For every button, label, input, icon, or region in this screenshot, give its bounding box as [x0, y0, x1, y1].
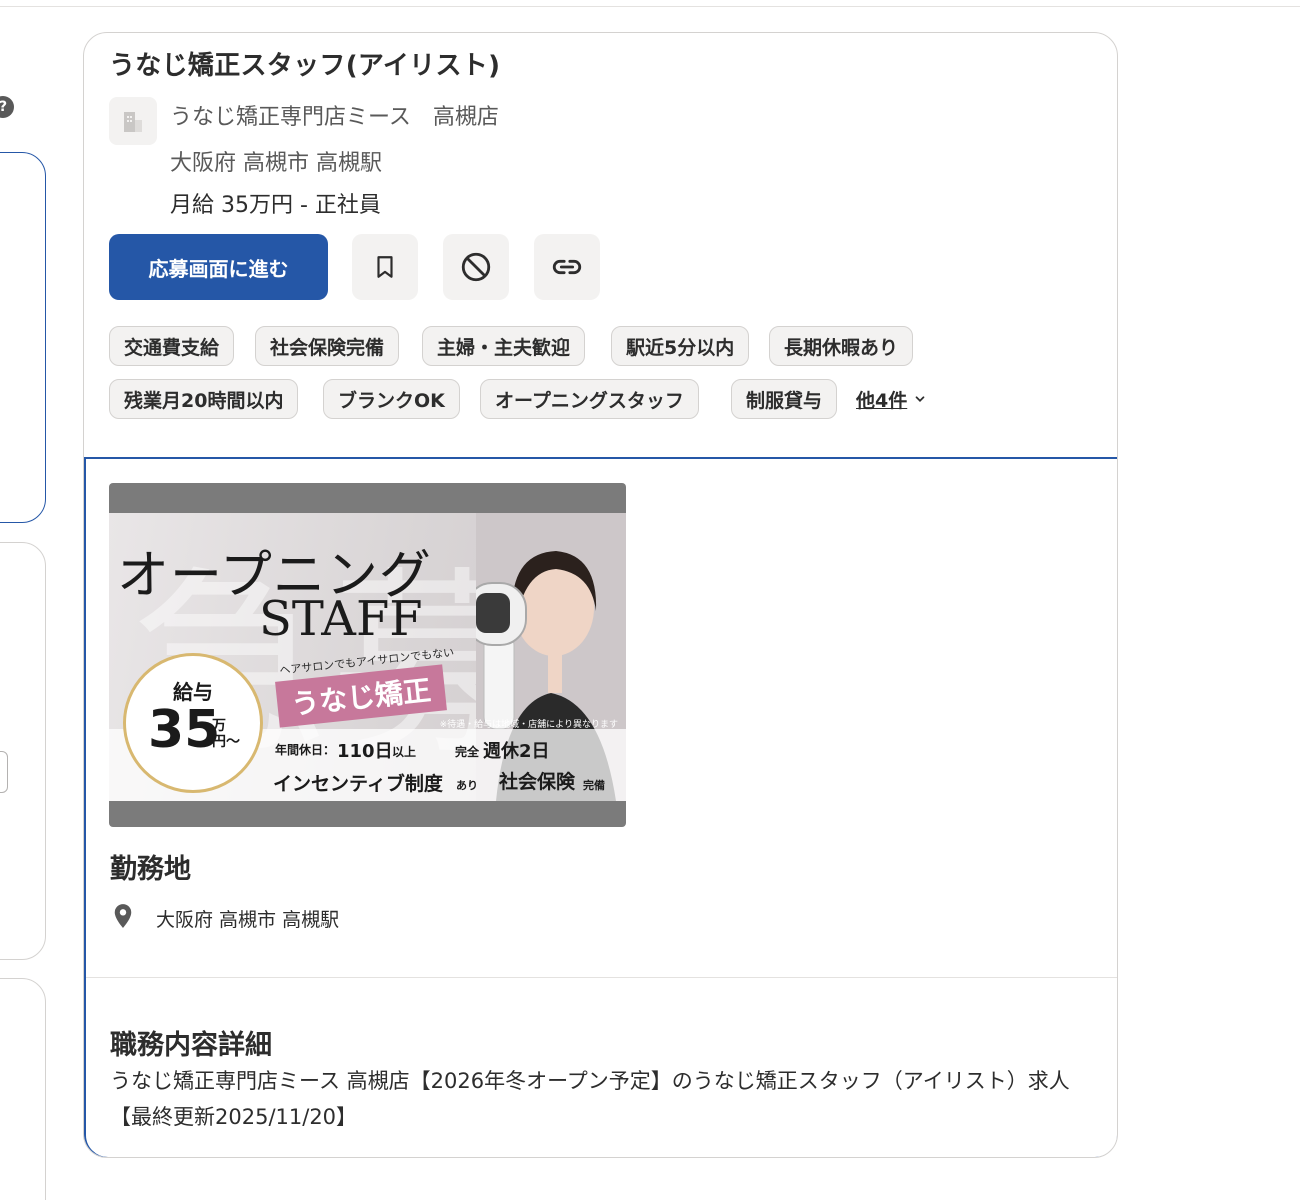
job-location: 大阪府 高槻市 高槻駅: [170, 151, 382, 176]
apply-button[interactable]: 応募画面に進む: [109, 234, 328, 300]
banner-salary-circle: 給与 35 万 円〜: [123, 653, 263, 793]
benefit-tag: 制服貸与: [731, 379, 838, 419]
work-location-text: 大阪府 高槻市 高槻駅: [156, 909, 340, 931]
copy-link-button[interactable]: [534, 234, 600, 300]
left-job-card[interactable]: [0, 978, 46, 1200]
banner-insurance-suffix: 完備: [583, 779, 605, 792]
job-detail-card: うなじ矯正スタッフ(アイリスト) うなじ矯正専門店ミース 高槻店 大阪府 高槻市…: [83, 32, 1118, 1158]
building-icon: [124, 112, 142, 132]
left-input-field[interactable]: [0, 751, 8, 793]
work-location-title: 勤務地: [110, 854, 191, 885]
banner-incentive: インセンティブ制度: [273, 773, 443, 795]
help-icon[interactable]: ?: [0, 96, 14, 118]
benefit-tag: 交通費支給: [109, 326, 235, 366]
job-details-title: 職務内容詳細: [110, 1030, 272, 1061]
section-divider: [86, 977, 1117, 978]
benefit-tag: 主婦・主夫歓迎: [422, 326, 586, 366]
benefit-tag: 駅近5分以内: [611, 326, 750, 366]
job-content-section: 急募 オープニング STAFF ヘアサロンでもアイサロンでもない うなじ矯正 ※…: [84, 457, 1117, 1157]
location-pin-icon: [114, 904, 132, 928]
banner-salary-unit-1: 万: [212, 718, 226, 734]
job-banner-image: 急募 オープニング STAFF ヘアサロンでもアイサロンでもない うなじ矯正 ※…: [109, 483, 626, 827]
benefit-tag: ブランクOK: [323, 379, 460, 419]
not-interested-button[interactable]: [443, 234, 509, 300]
more-tags-label: 他4件: [856, 389, 908, 412]
banner-holidays-suffix: 以上: [392, 745, 417, 759]
benefit-tag: 長期休暇あり: [769, 326, 914, 366]
company-name[interactable]: うなじ矯正専門店ミース 高槻店: [170, 99, 499, 131]
left-job-card[interactable]: [0, 542, 46, 960]
banner-salary-value: 35: [148, 700, 221, 760]
not-interested-icon: [461, 252, 491, 282]
company-logo: [109, 97, 157, 145]
banner-salary-unit-2: 円〜: [212, 734, 240, 750]
job-header: うなじ矯正スタッフ(アイリスト) うなじ矯正専門店ミース 高槻店 大阪府 高槻市…: [84, 33, 1117, 458]
link-icon: [552, 259, 582, 275]
more-tags-toggle[interactable]: 他4件: [856, 379, 927, 419]
bookmark-icon: [377, 256, 393, 278]
benefit-tag: 社会保険完備: [255, 326, 400, 366]
banner-holidays-value: 110日: [337, 741, 393, 762]
banner-staff-text: STAFF: [259, 591, 423, 647]
banner-incentive-suffix: あり: [456, 779, 478, 792]
benefit-tag: オープニングスタッフ: [480, 379, 699, 419]
salary-info: 月給 35万円 - 正社員: [170, 193, 381, 218]
top-divider: [0, 6, 1300, 7]
job-title: うなじ矯正スタッフ(アイリスト): [109, 51, 501, 81]
banner-weekly-value: 週休2日: [483, 741, 550, 762]
banner-weekly-prefix: 完全: [455, 745, 480, 759]
banner-insurance: 社会保険: [499, 771, 576, 793]
left-job-card-selected[interactable]: [0, 152, 46, 523]
job-details-text: うなじ矯正専門店ミース 高槻店【2026年冬オープン予定】のうなじ矯正スタッフ（…: [110, 1069, 1070, 1129]
benefit-tag: 残業月20時間以内: [109, 379, 299, 419]
save-job-button[interactable]: [352, 234, 418, 300]
banner-holidays-prefix: 年間休日：: [275, 743, 336, 757]
chevron-down-icon: [915, 396, 925, 402]
banner-salary-unit: 万 円〜: [212, 718, 240, 750]
